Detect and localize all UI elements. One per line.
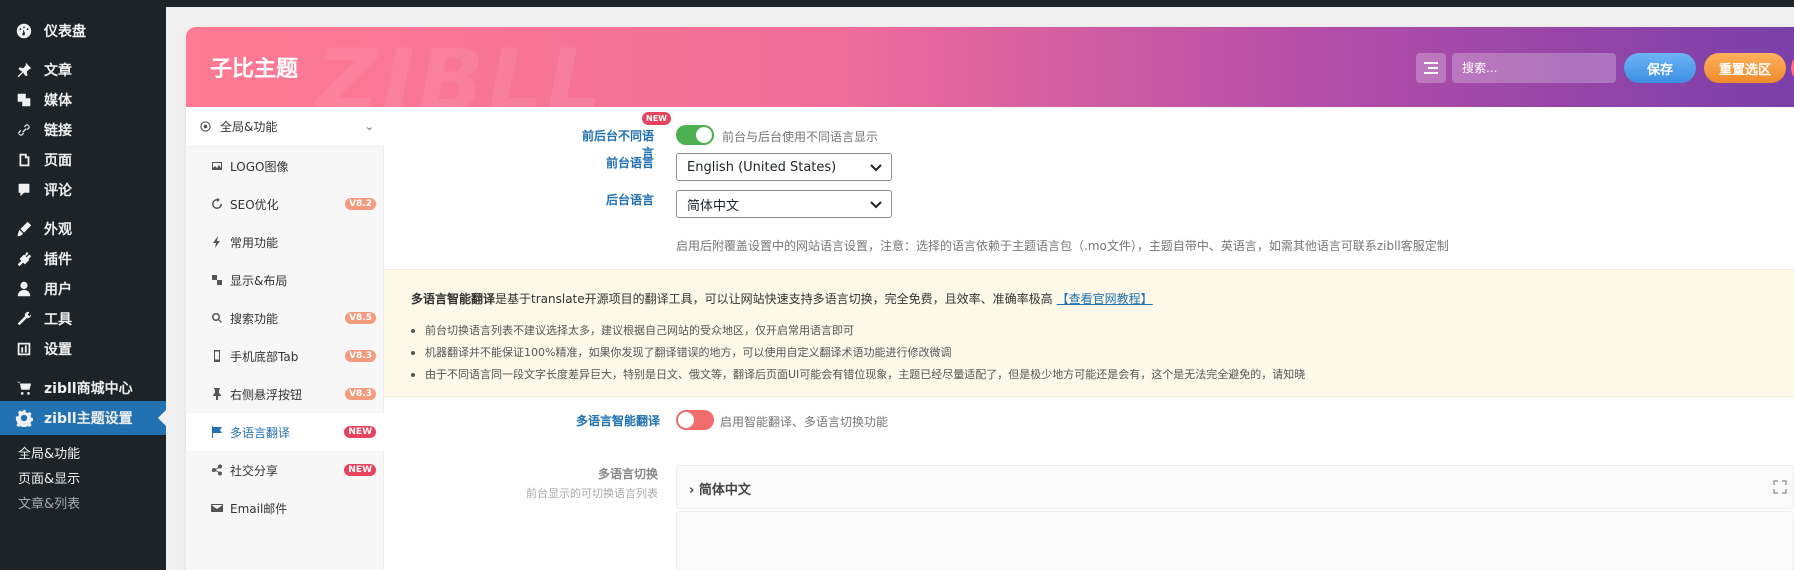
submenu-posts[interactable]: 文章&列表 (18, 493, 80, 512)
layout-icon (210, 273, 224, 287)
nav-item-share[interactable]: 社交分享 NEW (186, 451, 384, 489)
expand-icon[interactable] (1773, 480, 1787, 494)
search-input[interactable] (1452, 53, 1616, 83)
back-lang-label: 后台语言 (605, 193, 654, 207)
nav-item-logo[interactable]: LOGO图像 (186, 147, 384, 185)
nav-item-layout[interactable]: 显示&布局 (186, 261, 384, 299)
chevron-down-icon (869, 160, 883, 174)
list-icon (1424, 62, 1438, 74)
new-badge: NEW (642, 112, 671, 125)
options-panel: ZIBLL 子比主题 保存 重置选区 全局&功能 ⌄ LOGO图像 (186, 27, 1794, 570)
gear-icon (14, 408, 34, 428)
chevron-down-icon: ⌄ (364, 120, 374, 133)
cart-icon (14, 378, 34, 398)
media-icon (14, 90, 34, 110)
options-content: 前后台不同语言 NEW 前台与后台使用不同语言显示 前台语言 English (… (384, 107, 1794, 570)
menu-pages[interactable]: 页面 (0, 143, 166, 177)
reset-section-button[interactable]: 重置选区 (1704, 53, 1786, 83)
save-button[interactable]: 保存 (1624, 53, 1696, 83)
smart-translate-help: 启用智能翻译、多语言切换功能 (720, 415, 889, 429)
settings-icon (14, 339, 34, 359)
lang-switch-sub: 前台显示的可切换语言列表 (526, 487, 658, 500)
lang-description: 启用后附覆盖设置中的网站语言设置，注意：选择的语言依赖于主题语言包（.mo文件）… (676, 239, 1449, 253)
front-lang-label: 前台语言 (605, 156, 654, 170)
back-lang-select[interactable]: 简体中文 (676, 190, 892, 218)
share-icon (210, 463, 224, 477)
notice-heading: 多语言智能翻译是基于translate开源项目的翻译工具，可以让网站快速支持多语… (411, 292, 1153, 306)
mail-icon (210, 501, 224, 515)
menu-dashboard[interactable]: 仪表盘 (0, 14, 166, 48)
version-badge: V8.3 (345, 350, 376, 362)
main-area: ZIBLL 子比主题 保存 重置选区 全局&功能 ⌄ LOGO图像 (166, 7, 1794, 570)
menu-comments[interactable]: 评论 (0, 173, 166, 207)
smart-translate-label: 多语言智能翻译 (575, 414, 660, 428)
menu-plugins[interactable]: 插件 (0, 242, 166, 276)
lang-switch-item-next (676, 511, 1794, 570)
active-indicator (158, 410, 166, 426)
notice-item: 由于不同语言同一段文字长度差异巨大，特别是日文、俄文等，翻译后页面UI可能会有错… (411, 366, 1305, 382)
target-icon (200, 120, 214, 134)
comment-icon (14, 180, 34, 200)
nav-item-email[interactable]: Email邮件 (186, 489, 384, 527)
diff-lang-toggle[interactable] (676, 125, 714, 145)
nav-item-mobile-tab[interactable]: 手机底部Tab V8.3 (186, 337, 384, 375)
lang-switch-label: 多语言切换 (597, 467, 658, 481)
nav-item-search[interactable]: 搜索功能 V8.5 (186, 299, 384, 337)
appearance-icon (14, 219, 34, 239)
page-title: 子比主题 (210, 57, 299, 82)
front-lang-select[interactable]: English (United States) (676, 153, 892, 181)
lang-switch-item[interactable]: › 简体中文 (676, 465, 1794, 509)
menu-media[interactable]: 媒体 (0, 83, 166, 117)
new-badge: NEW (344, 426, 376, 438)
nav-item-translate[interactable]: 多语言翻译 NEW (186, 413, 384, 451)
new-badge: NEW (344, 464, 376, 476)
image-icon (210, 159, 224, 173)
menu-tools[interactable]: 工具 (0, 302, 166, 336)
menu-users[interactable]: 用户 (0, 272, 166, 306)
diff-lang-help: 前台与后台使用不同语言显示 (722, 130, 879, 144)
menu-settings[interactable]: 设置 (0, 332, 166, 366)
lang-switch-item-title: › 简体中文 (689, 483, 751, 498)
link-icon (14, 120, 34, 140)
version-badge: V8.5 (345, 312, 376, 324)
search-icon (210, 311, 224, 325)
submenu-global[interactable]: 全局&功能 (18, 443, 80, 462)
version-badge: V8.2 (345, 198, 376, 210)
admin-sidebar: 仪表盘 文章 媒体 链接 页面 评论 外观 插件 用户 工具 设置 zibll商… (0, 0, 166, 570)
page-icon (14, 150, 34, 170)
nav-item-seo[interactable]: SEO优化 V8.2 (186, 185, 384, 223)
pin-icon (210, 387, 224, 401)
menu-links[interactable]: 链接 (0, 113, 166, 147)
flag-icon (210, 425, 224, 439)
tutorial-link[interactable]: 【查看官网教程】 (1057, 292, 1153, 306)
dashboard-icon (14, 21, 34, 41)
nav-parent-global[interactable]: 全局&功能 ⌄ (186, 107, 384, 147)
options-header: ZIBLL 子比主题 保存 重置选区 (186, 27, 1794, 131)
tools-icon (14, 309, 34, 329)
nav-item-float-button[interactable]: 右侧悬浮按钮 V8.3 (186, 375, 384, 413)
user-icon (14, 279, 34, 299)
smart-translate-toggle[interactable] (676, 410, 714, 430)
version-badge: V8.3 (345, 388, 376, 400)
translate-notice: 多语言智能翻译是基于translate开源项目的翻译工具，可以让网站快速支持多语… (384, 269, 1794, 397)
menu-zibll-shop[interactable]: zibll商城中心 (0, 371, 166, 405)
nav-item-common[interactable]: 常用功能 (186, 223, 384, 261)
chevron-down-icon (869, 197, 883, 211)
pin-icon (14, 60, 34, 80)
menu-appearance[interactable]: 外观 (0, 212, 166, 246)
admin-bar (0, 0, 1794, 7)
refresh-icon (210, 197, 224, 211)
notice-item: 机器翻译并不能保证100%精准，如果你发现了翻译错误的地方，可以使用自定义翻译术… (411, 344, 951, 360)
notice-item: 前台切换语言列表不建议选择太多，建议根据自己网站的受众地区，仅开启常用语言即可 (411, 322, 854, 338)
mobile-icon (210, 349, 224, 363)
submenu-pages[interactable]: 页面&显示 (18, 468, 80, 487)
options-nav: 全局&功能 ⌄ LOGO图像 SEO优化 V8.2 常用功能 显示&布局 搜索功… (186, 107, 384, 570)
menu-posts[interactable]: 文章 (0, 53, 166, 87)
menu-toggle-button[interactable] (1416, 53, 1446, 83)
plugin-icon (14, 249, 34, 269)
bolt-icon (210, 235, 224, 249)
menu-zibll-theme-settings[interactable]: zibll主题设置 (0, 401, 166, 435)
